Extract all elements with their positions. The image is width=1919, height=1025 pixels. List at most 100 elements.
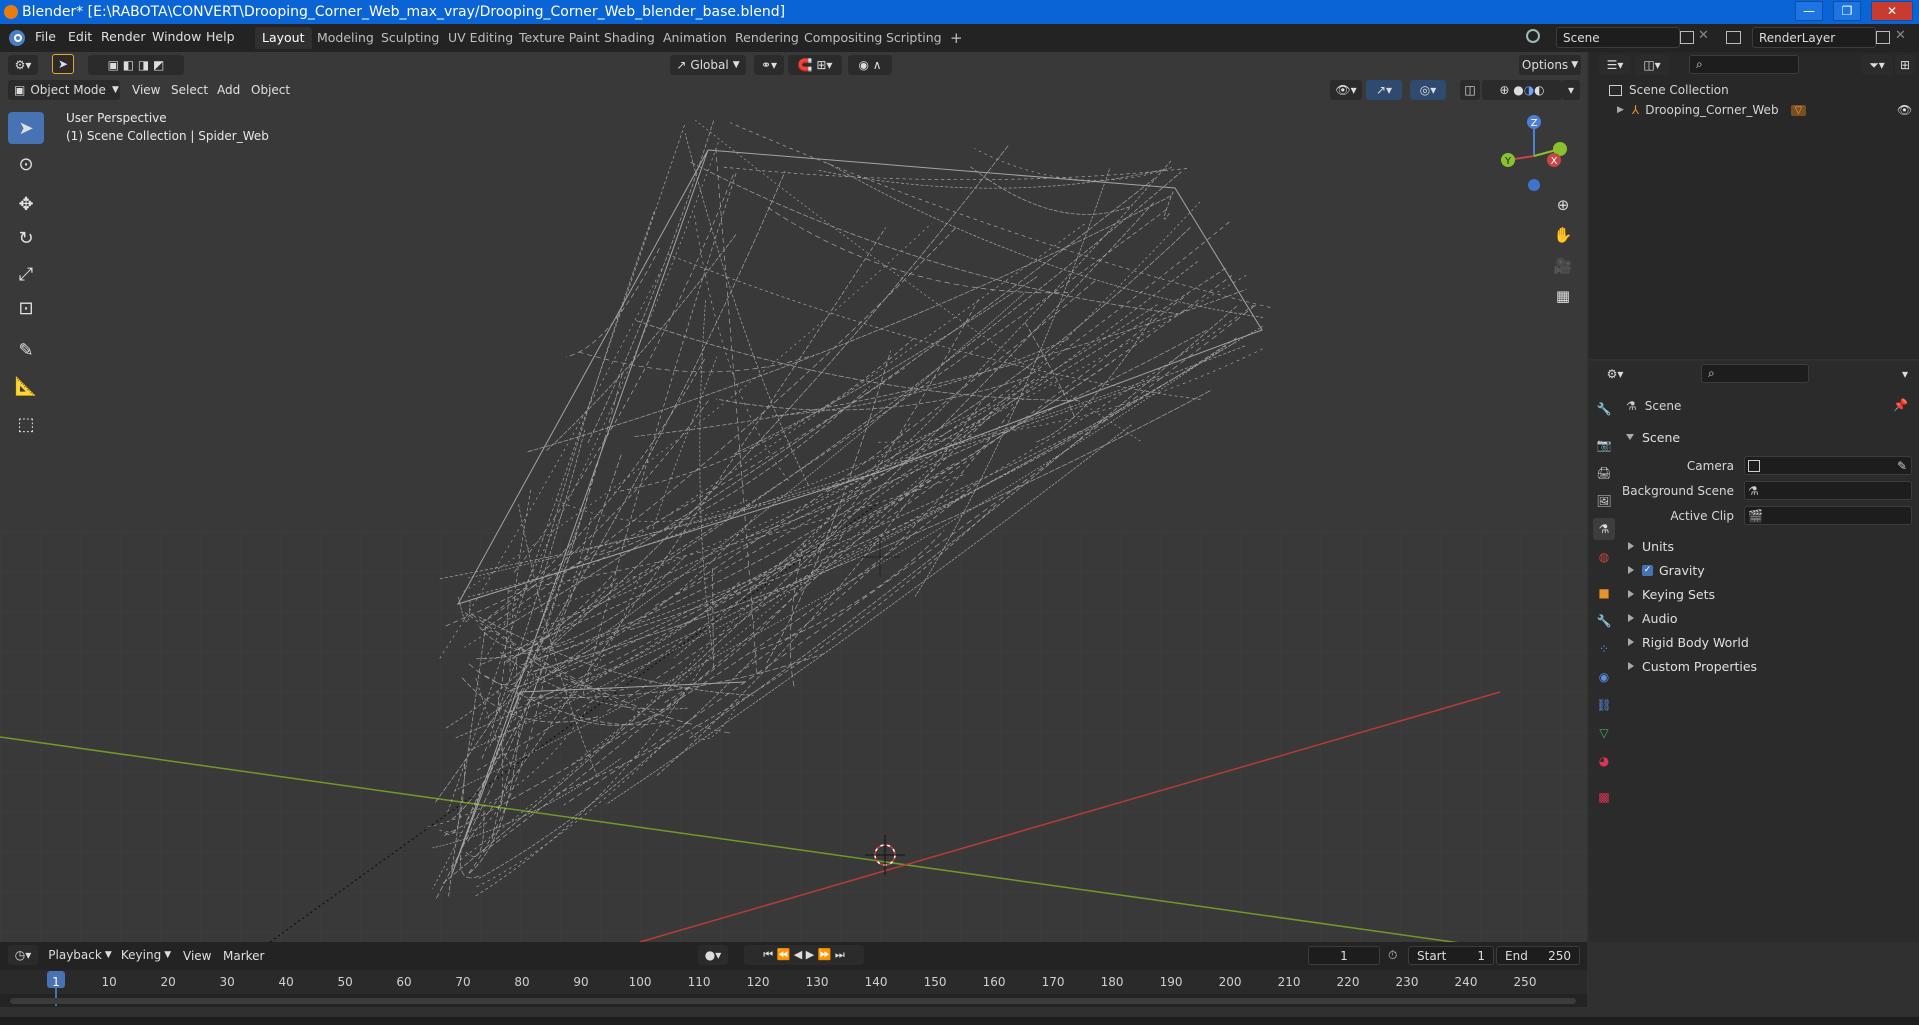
world-tab-icon[interactable]: ◍: [1593, 546, 1615, 568]
new-scene-icon[interactable]: [1680, 31, 1694, 44]
pin-icon[interactable]: 📌: [1893, 398, 1908, 412]
measure-tool-icon[interactable]: 📐: [8, 370, 44, 402]
mode-dropdown[interactable]: ▣ Object Mode ▼: [8, 80, 120, 100]
transform-tool-icon[interactable]: ⊡: [8, 292, 44, 324]
viewport-menu-select[interactable]: Select: [171, 83, 208, 97]
menu-file[interactable]: File: [35, 29, 56, 44]
scene-tab-icon[interactable]: ⚗: [1593, 518, 1615, 540]
camera-view-icon[interactable]: 🎥: [1550, 257, 1576, 283]
gizmo-toggle-icon[interactable]: ↗▾: [1366, 80, 1402, 100]
tab-texture-paint[interactable]: Texture Paint: [512, 27, 607, 49]
tab-animation[interactable]: Animation: [656, 27, 734, 49]
display-mode-icon[interactable]: ◫▾: [1635, 55, 1669, 75]
orthographic-grid-icon[interactable]: ▦: [1550, 287, 1576, 313]
tab-compositing[interactable]: Compositing: [797, 27, 889, 49]
shading-options-chevron-icon[interactable]: ▾: [1562, 80, 1580, 100]
modifier-tab-icon[interactable]: 🔧: [1593, 610, 1615, 632]
scale-tool-icon[interactable]: ⤢: [8, 258, 44, 290]
audio-panel-header[interactable]: Audio: [1618, 607, 1916, 629]
timeline-menu-marker[interactable]: Marker: [223, 949, 264, 963]
rigid-body-world-panel-header[interactable]: Rigid Body World: [1618, 631, 1916, 653]
select-box-tool-icon[interactable]: ➤: [8, 112, 44, 144]
outliner-item-drooping-corner-web[interactable]: ▶ ⅄ Drooping_Corner_Web ▽ 👁: [1617, 100, 1917, 120]
custom-properties-panel-header[interactable]: Custom Properties: [1618, 655, 1916, 677]
delete-scene-icon[interactable]: ✕: [1698, 28, 1709, 43]
maximize-button[interactable]: ❐: [1833, 1, 1861, 21]
select-tool-icon[interactable]: ➤: [52, 54, 74, 74]
scene-panel-header[interactable]: Scene: [1618, 426, 1916, 448]
tab-rendering[interactable]: Rendering: [728, 27, 806, 49]
xray-toggle-icon[interactable]: ◫: [1460, 80, 1480, 100]
expand-arrow-icon[interactable]: ▶: [1617, 105, 1624, 115]
scene-collection-row[interactable]: Scene Collection: [1609, 80, 1729, 100]
keying-sets-panel-header[interactable]: Keying Sets: [1618, 583, 1916, 605]
menu-render[interactable]: Render: [101, 29, 146, 44]
stopwatch-icon[interactable]: ⏱: [1388, 948, 1397, 963]
background-scene-field[interactable]: ⚗: [1744, 481, 1912, 500]
gravity-checkbox[interactable]: ✓: [1642, 564, 1653, 576]
minimize-button[interactable]: —: [1795, 1, 1823, 21]
units-panel-header[interactable]: Units: [1618, 535, 1916, 557]
viewport-menu-object[interactable]: Object: [251, 83, 290, 97]
add-workspace-button[interactable]: +: [943, 27, 970, 49]
render-tab-icon[interactable]: 📷: [1593, 434, 1615, 456]
shading-mode-buttons[interactable]: ⊕ ● ◑ ◐: [1482, 80, 1562, 100]
keying-menu[interactable]: Keying ▼: [118, 945, 174, 965]
start-frame-field[interactable]: Start 1: [1408, 946, 1494, 965]
constraints-tab-icon[interactable]: ⛓: [1593, 694, 1615, 716]
outliner-editor-type-icon[interactable]: ☰▾: [1599, 55, 1631, 75]
eye-visibility-icon[interactable]: 👁: [1897, 103, 1912, 117]
overlay-toggle-icon[interactable]: ◎▾: [1410, 80, 1446, 100]
eyedropper-icon[interactable]: ✎: [1897, 459, 1907, 473]
physics-tab-icon[interactable]: ◉: [1593, 666, 1615, 688]
blender-menu-icon[interactable]: [6, 28, 28, 48]
pivot-point-icon[interactable]: ⚭▾: [754, 55, 784, 75]
tab-shading[interactable]: Shading: [597, 27, 662, 49]
cursor-tool-icon[interactable]: ⊙: [8, 148, 44, 180]
filter-icon[interactable]: ⏷▾: [1861, 55, 1893, 75]
menu-help[interactable]: Help: [206, 29, 235, 44]
playback-menu[interactable]: Playback ▼: [46, 945, 114, 965]
properties-search-input[interactable]: ⌕: [1701, 364, 1809, 383]
properties-options-chevron-icon[interactable]: ▾: [1895, 364, 1915, 384]
view-layer-tab-icon[interactable]: 🖼: [1593, 490, 1615, 512]
tab-uv-editing[interactable]: UV Editing: [441, 27, 520, 49]
proportional-edit-icon[interactable]: ◉ ∧: [848, 55, 892, 75]
3d-viewport[interactable]: Z Y X ⊕ ✋ 🎥 ▦ User Perspective (1) Scene…: [0, 52, 1587, 942]
zoom-icon[interactable]: ⊕: [1550, 196, 1576, 222]
current-frame-field[interactable]: 1: [1308, 946, 1380, 965]
tab-scripting[interactable]: Scripting: [879, 27, 949, 49]
viewport-menu-view[interactable]: View: [132, 83, 160, 97]
timeline-editor-type-icon[interactable]: ◷▾: [8, 945, 38, 965]
record-keyframe-icon[interactable]: ●▾: [698, 945, 728, 965]
snap-icon[interactable]: 🧲 ⊞▾: [788, 55, 842, 75]
delete-render-layer-icon[interactable]: ✕: [1895, 28, 1906, 43]
move-tool-icon[interactable]: ✥: [8, 188, 44, 220]
tool-tab-icon[interactable]: 🔧: [1593, 398, 1615, 420]
gravity-panel-header[interactable]: ✓ Gravity: [1618, 559, 1916, 581]
object-tab-icon[interactable]: ■: [1593, 582, 1615, 604]
menu-window[interactable]: Window: [152, 29, 201, 44]
playback-controls[interactable]: ⏮ ⏪ ◀ ▶ ⏩ ⏭: [744, 945, 864, 965]
navigation-gizmo[interactable]: Z Y X: [1490, 112, 1570, 192]
material-tab-icon[interactable]: ◕: [1593, 750, 1615, 772]
scene-selector[interactable]: Scene: [1556, 27, 1680, 48]
selection-mode-buttons[interactable]: ▣ ◧ ◨ ◩: [88, 55, 184, 75]
active-clip-field[interactable]: 🎬: [1744, 506, 1912, 525]
camera-field[interactable]: ✎: [1744, 456, 1912, 475]
end-frame-field[interactable]: End 250: [1496, 946, 1580, 965]
render-layer-selector[interactable]: RenderLayer: [1752, 27, 1876, 48]
options-dropdown[interactable]: Options ▼: [1519, 55, 1581, 75]
menu-edit[interactable]: Edit: [68, 29, 92, 44]
pan-hand-icon[interactable]: ✋: [1550, 226, 1576, 252]
close-window-button[interactable]: ✕: [1871, 1, 1913, 21]
timeline-scrollbar[interactable]: [10, 998, 1576, 1004]
viewport-menu-add[interactable]: Add: [217, 83, 240, 97]
transform-orientation-dropdown[interactable]: ↗ Global ▼: [670, 55, 746, 75]
output-tab-icon[interactable]: 🖨: [1593, 462, 1615, 484]
tab-modeling[interactable]: Modeling: [310, 27, 381, 49]
annotate-tool-icon[interactable]: ✎: [8, 334, 44, 366]
tab-sculpting[interactable]: Sculpting: [374, 27, 446, 49]
new-collection-icon[interactable]: ⊞: [1895, 55, 1915, 75]
texture-tab-icon[interactable]: ▩: [1593, 786, 1615, 808]
